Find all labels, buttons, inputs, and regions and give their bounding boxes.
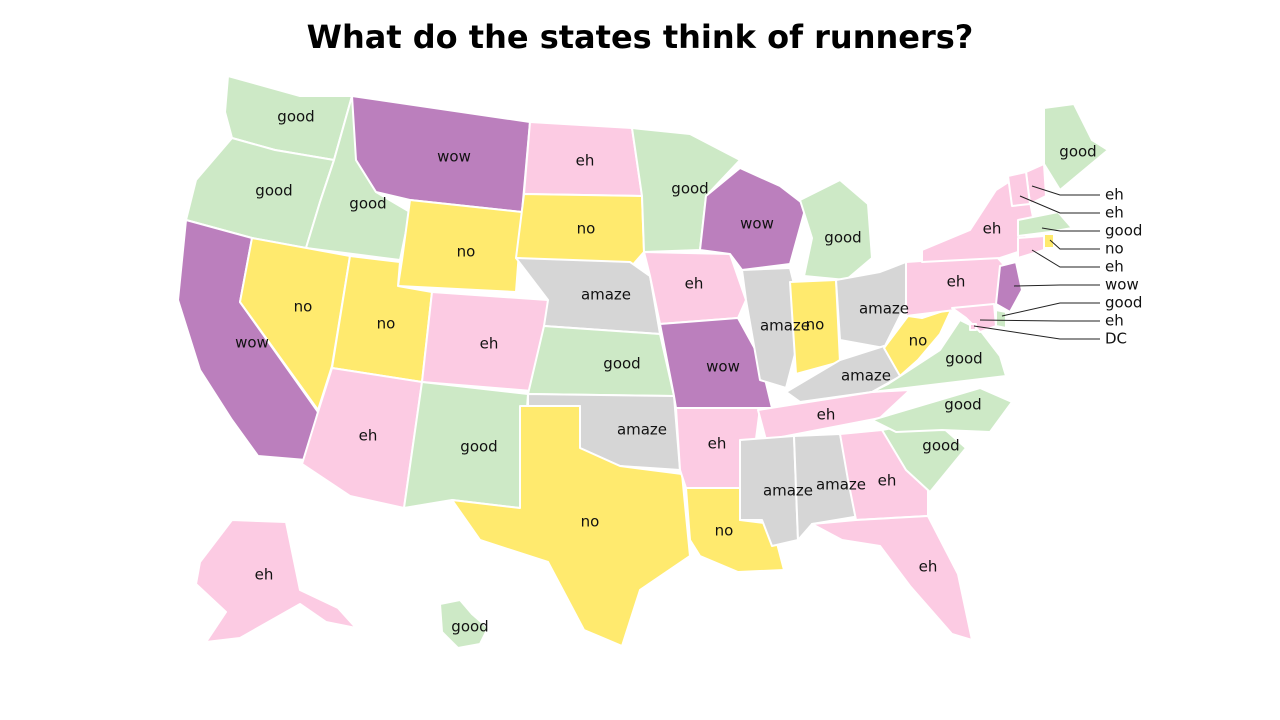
state-label-ak: eh bbox=[255, 566, 274, 584]
state-label-la: no bbox=[715, 522, 734, 540]
state-label-sc: good bbox=[922, 437, 959, 455]
state-label-ia: eh bbox=[685, 275, 704, 293]
state-label-ca: wow bbox=[235, 334, 269, 352]
state-label-nd: eh bbox=[576, 152, 595, 170]
us-map: goodgoodwowgoodnowownonoehehgoodehnoamaz… bbox=[177, 75, 1142, 649]
state-label-ar: eh bbox=[708, 435, 727, 453]
state-label-pa: eh bbox=[947, 273, 966, 291]
state-label-il: amaze bbox=[760, 317, 810, 335]
state-label-va: good bbox=[945, 350, 982, 368]
state-label-sd: no bbox=[577, 220, 596, 238]
state-label-tn: eh bbox=[817, 406, 836, 424]
state-ri bbox=[1043, 233, 1055, 249]
state-label-ky: amaze bbox=[841, 367, 891, 385]
state-label-nc: good bbox=[944, 396, 981, 414]
state-label-mn: good bbox=[671, 180, 708, 198]
state-label-ut: no bbox=[377, 315, 396, 333]
state-label-wv: no bbox=[909, 332, 928, 350]
state-label-tx: no bbox=[581, 513, 600, 531]
state-de bbox=[995, 309, 1007, 329]
state-label-de: good bbox=[1105, 294, 1142, 312]
state-label-ct: eh bbox=[1105, 258, 1124, 276]
state-label-co: eh bbox=[480, 335, 499, 353]
state-label-nh: eh bbox=[1105, 186, 1124, 204]
state-label-md: eh bbox=[1105, 312, 1124, 330]
state-label-nj: wow bbox=[1105, 276, 1139, 294]
state-dc bbox=[969, 323, 977, 331]
state-fl bbox=[811, 515, 973, 641]
state-label-wi: wow bbox=[740, 215, 774, 233]
state-label-or: good bbox=[255, 182, 292, 200]
state-label-nm: good bbox=[460, 438, 497, 456]
state-label-al: amaze bbox=[816, 476, 866, 494]
state-label-in: no bbox=[806, 316, 825, 334]
state-label-ok: amaze bbox=[617, 421, 667, 439]
state-label-ga: eh bbox=[878, 472, 897, 490]
state-label-dc: DC bbox=[1105, 330, 1127, 348]
state-label-wa: good bbox=[277, 108, 314, 126]
state-label-nv: no bbox=[294, 298, 313, 316]
state-vt bbox=[1007, 171, 1031, 207]
state-label-ks: good bbox=[603, 355, 640, 373]
state-label-ri: no bbox=[1105, 240, 1124, 258]
state-label-wy: no bbox=[457, 243, 476, 261]
leader-line-nj bbox=[1013, 284, 1100, 287]
state-nj bbox=[995, 261, 1023, 313]
state-label-id: good bbox=[349, 195, 386, 213]
state-label-me: good bbox=[1059, 143, 1096, 161]
state-label-mo: wow bbox=[706, 358, 740, 376]
state-label-fl: eh bbox=[919, 558, 938, 576]
state-label-ms: amaze bbox=[763, 482, 813, 500]
state-label-mt: wow bbox=[437, 148, 471, 166]
state-label-hi: good bbox=[451, 618, 488, 636]
state-label-ma: good bbox=[1105, 222, 1142, 240]
leader-line-de bbox=[1001, 302, 1100, 317]
state-label-vt: eh bbox=[1105, 204, 1124, 222]
state-label-mi: good bbox=[824, 229, 861, 247]
state-ks bbox=[527, 325, 675, 397]
state-label-oh: amaze bbox=[859, 300, 909, 318]
state-ak bbox=[195, 519, 357, 643]
state-label-ne: amaze bbox=[581, 286, 631, 304]
leader-line-ct bbox=[1031, 249, 1100, 268]
state-label-ny: eh bbox=[983, 220, 1002, 238]
state-label-az: eh bbox=[359, 427, 378, 445]
leader-line-ri bbox=[1049, 239, 1100, 250]
